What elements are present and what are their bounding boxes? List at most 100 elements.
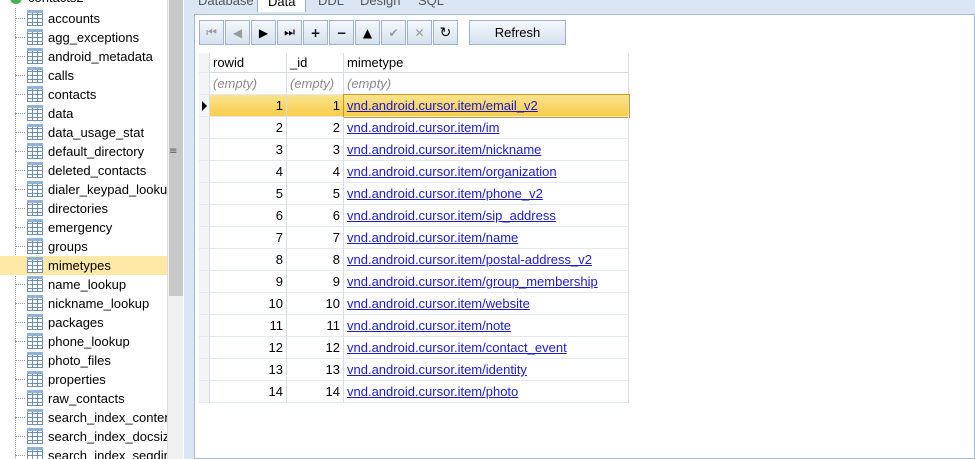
row-indicator[interactable] xyxy=(199,381,210,403)
tree-item-mimetypes[interactable]: mimetypes xyxy=(0,256,167,275)
row-indicator[interactable] xyxy=(199,249,210,271)
cell-mimetype[interactable]: vnd.android.cursor.item/phone_v2 xyxy=(344,183,629,205)
cell-rowid[interactable]: 7 xyxy=(210,227,287,249)
edit-up-button[interactable]: ▲ xyxy=(355,20,380,45)
mimetype-link[interactable]: vnd.android.cursor.item/identity xyxy=(344,362,527,377)
first-record-button[interactable]: ⏮ xyxy=(199,20,224,45)
filter-cell[interactable]: (empty) xyxy=(210,73,287,95)
cell-mimetype[interactable]: vnd.android.cursor.item/contact_event xyxy=(344,337,629,359)
cell-rowid[interactable]: 13 xyxy=(210,359,287,381)
mimetype-link[interactable]: vnd.android.cursor.item/nickname xyxy=(344,142,541,157)
cell-id[interactable]: 1 xyxy=(287,95,344,117)
cell-id[interactable]: 5 xyxy=(287,183,344,205)
tree-item-data-usage-stat[interactable]: data_usage_stat xyxy=(0,123,167,142)
cell-mimetype[interactable]: vnd.android.cursor.item/nickname xyxy=(344,139,629,161)
tree-item-accounts[interactable]: accounts xyxy=(0,9,167,28)
tree-item-raw-contacts[interactable]: raw_contacts xyxy=(0,389,167,408)
row-indicator[interactable] xyxy=(199,293,210,315)
cell-id[interactable]: 14 xyxy=(287,381,344,403)
delete-record-button[interactable]: − xyxy=(329,20,354,45)
cell-id[interactable]: 7 xyxy=(287,227,344,249)
cell-mimetype[interactable]: vnd.android.cursor.item/im xyxy=(344,117,629,139)
mimetype-link[interactable]: vnd.android.cursor.item/postal-address_v… xyxy=(344,252,592,267)
cell-id[interactable]: 2 xyxy=(287,117,344,139)
tree-item-contacts[interactable]: contacts xyxy=(0,85,167,104)
row-indicator[interactable] xyxy=(199,161,210,183)
cancel-edit-button[interactable]: ✕ xyxy=(407,20,432,45)
prev-record-button[interactable]: ◀ xyxy=(225,20,250,45)
mimetype-link[interactable]: vnd.android.cursor.item/organization xyxy=(344,164,557,179)
tree-item-name-lookup[interactable]: name_lookup xyxy=(0,275,167,294)
cell-id[interactable]: 6 xyxy=(287,205,344,227)
mimetype-link[interactable]: vnd.android.cursor.item/website xyxy=(344,296,530,311)
mimetype-link[interactable]: vnd.android.cursor.item/im xyxy=(344,120,499,135)
row-indicator[interactable] xyxy=(199,359,210,381)
cell-mimetype[interactable]: vnd.android.cursor.item/photo xyxy=(344,381,629,403)
mimetype-link[interactable]: vnd.android.cursor.item/note xyxy=(344,318,511,333)
tree-item-dialer-keypad-looku[interactable]: dialer_keypad_looku xyxy=(0,180,167,199)
cell-rowid[interactable]: 3 xyxy=(210,139,287,161)
cell-id[interactable]: 8 xyxy=(287,249,344,271)
tree-item-nickname-lookup[interactable]: nickname_lookup xyxy=(0,294,167,313)
tree-item-deleted-contacts[interactable]: deleted_contacts xyxy=(0,161,167,180)
cell-rowid[interactable]: 2 xyxy=(210,117,287,139)
cell-id[interactable]: 10 xyxy=(287,293,344,315)
mimetype-link[interactable]: vnd.android.cursor.item/photo xyxy=(344,384,518,399)
tree-item-calls[interactable]: calls xyxy=(0,66,167,85)
tab-ddl[interactable]: DDL xyxy=(308,0,354,12)
tree-item-packages[interactable]: packages xyxy=(0,313,167,332)
column-header-rowid[interactable]: rowid xyxy=(210,53,287,73)
cell-id[interactable]: 3 xyxy=(287,139,344,161)
tree-item-android-metadata[interactable]: android_metadata xyxy=(0,47,167,66)
tree-item-emergency[interactable]: emergency xyxy=(0,218,167,237)
row-indicator[interactable] xyxy=(199,205,210,227)
cell-rowid[interactable]: 12 xyxy=(210,337,287,359)
tree-item-agg-exceptions[interactable]: agg_exceptions xyxy=(0,28,167,47)
refresh-button[interactable]: Refresh xyxy=(469,20,566,45)
tree-item-phone-lookup[interactable]: phone_lookup xyxy=(0,332,167,351)
row-indicator[interactable] xyxy=(199,183,210,205)
tree-item-directories[interactable]: directories xyxy=(0,199,167,218)
tree-item-properties[interactable]: properties xyxy=(0,370,167,389)
cell-id[interactable]: 13 xyxy=(287,359,344,381)
cell-id[interactable]: 9 xyxy=(287,271,344,293)
cell-mimetype[interactable]: vnd.android.cursor.item/group_membership xyxy=(344,271,629,293)
cell-rowid[interactable]: 14 xyxy=(210,381,287,403)
post-edit-button[interactable]: ✔ xyxy=(381,20,406,45)
tree-item-search-index-segdir[interactable]: search_index_segdir xyxy=(0,446,167,459)
last-record-button[interactable]: ⏭ xyxy=(277,20,302,45)
tab-design[interactable]: Design xyxy=(350,0,410,12)
tree-scrollbar[interactable] xyxy=(167,0,183,459)
tab-sql[interactable]: SQL xyxy=(408,0,454,12)
mimetype-link[interactable]: vnd.android.cursor.item/sip_address xyxy=(344,208,556,223)
tree-item-groups[interactable]: groups xyxy=(0,237,167,256)
current-row-arrow-icon[interactable] xyxy=(199,95,210,117)
tree-item-default-directory[interactable]: default_directory xyxy=(0,142,167,161)
cell-id[interactable]: 12 xyxy=(287,337,344,359)
tab-database[interactable]: Database xyxy=(188,0,264,12)
tree-item-photo-files[interactable]: photo_files xyxy=(0,351,167,370)
cell-mimetype[interactable]: vnd.android.cursor.item/postal-address_v… xyxy=(344,249,629,271)
cell-mimetype[interactable]: vnd.android.cursor.item/name xyxy=(344,227,629,249)
mimetype-link[interactable]: vnd.android.cursor.item/phone_v2 xyxy=(344,186,543,201)
tree-item-search-index-conten[interactable]: search_index_conten xyxy=(0,408,167,427)
cell-rowid[interactable]: 8 xyxy=(210,249,287,271)
add-record-button[interactable]: + xyxy=(303,20,328,45)
cell-mimetype[interactable]: vnd.android.cursor.item/note xyxy=(344,315,629,337)
tree-item-search-index-docsiz[interactable]: search_index_docsiz xyxy=(0,427,167,446)
cell-rowid[interactable]: 5 xyxy=(210,183,287,205)
mimetype-link[interactable]: vnd.android.cursor.item/name xyxy=(344,230,518,245)
tree-item-data[interactable]: data xyxy=(0,104,167,123)
mimetype-link[interactable]: vnd.android.cursor.item/contact_event xyxy=(344,340,567,355)
splitter-grip-icon[interactable]: ≡ xyxy=(169,146,177,157)
reload-button[interactable]: ↻ xyxy=(433,20,458,45)
cell-mimetype[interactable]: vnd.android.cursor.item/sip_address xyxy=(344,205,629,227)
filter-cell[interactable]: (empty) xyxy=(287,73,344,95)
cell-rowid[interactable]: 11 xyxy=(210,315,287,337)
cell-id[interactable]: 4 xyxy=(287,161,344,183)
row-indicator[interactable] xyxy=(199,117,210,139)
cell-rowid[interactable]: 10 xyxy=(210,293,287,315)
row-indicator[interactable] xyxy=(199,337,210,359)
cell-id[interactable]: 11 xyxy=(287,315,344,337)
cell-mimetype[interactable]: vnd.android.cursor.item/website xyxy=(344,293,629,315)
